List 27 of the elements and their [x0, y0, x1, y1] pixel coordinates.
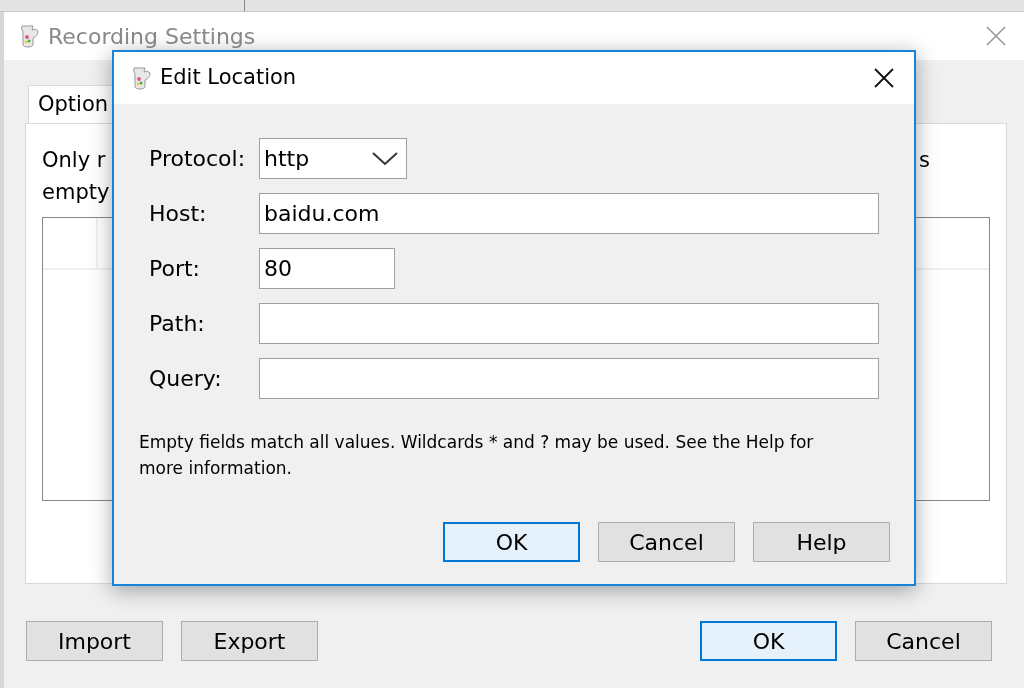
- input-field[interactable]: [259, 303, 879, 344]
- field-label: Port:: [149, 255, 202, 283]
- field-label: Host:: [149, 200, 208, 228]
- help-note: Empty fields match all values. Wildcards * and ? may be used. See the Help for more information.: [139, 431, 815, 480]
- jug-icon: [130, 66, 152, 90]
- chevron-down-icon: [372, 151, 398, 166]
- dialog-button[interactable]: Cancel: [855, 621, 992, 661]
- description-text: Only r: [42, 147, 107, 174]
- dialog-button[interactable]: Import: [26, 621, 163, 661]
- protocol-dropdown[interactable]: http: [259, 138, 407, 179]
- dialog-button[interactable]: Help: [753, 522, 890, 562]
- description-text: s: [919, 147, 930, 174]
- input-field[interactable]: 80: [259, 248, 395, 289]
- field-label: Path:: [149, 310, 206, 338]
- field-label: Query:: [149, 365, 223, 393]
- window-title: Recording Settings: [48, 22, 256, 51]
- field-label: Protocol:: [149, 145, 247, 173]
- dialog-button[interactable]: Export: [181, 621, 318, 661]
- jug-icon: [18, 24, 40, 48]
- description-text: empty: [42, 179, 110, 206]
- input-field[interactable]: baidu.com: [259, 193, 879, 234]
- default-button[interactable]: OK: [443, 522, 580, 562]
- default-button[interactable]: OK: [700, 621, 837, 661]
- close-icon[interactable]: [874, 68, 894, 88]
- dialog-button[interactable]: Cancel: [598, 522, 735, 562]
- input-field[interactable]: [259, 358, 879, 399]
- dialog-title: Edit Location: [160, 64, 297, 92]
